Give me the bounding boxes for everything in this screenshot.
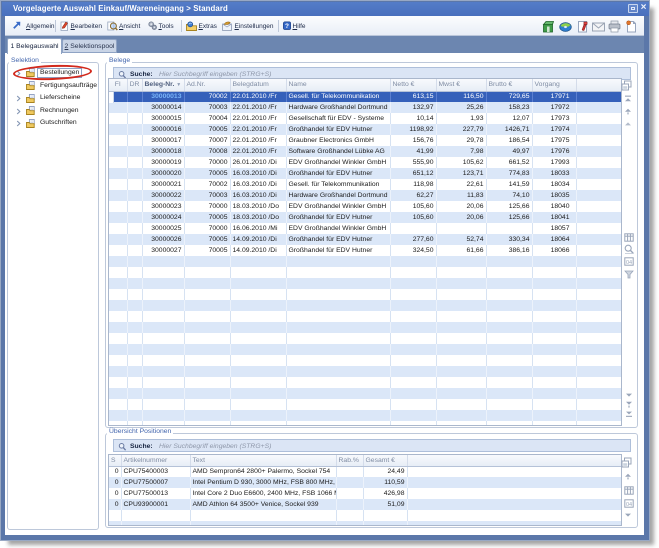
svg-text:04: 04 (626, 260, 632, 266)
svg-text:?: ? (285, 23, 289, 30)
svg-text:04: 04 (626, 502, 632, 508)
